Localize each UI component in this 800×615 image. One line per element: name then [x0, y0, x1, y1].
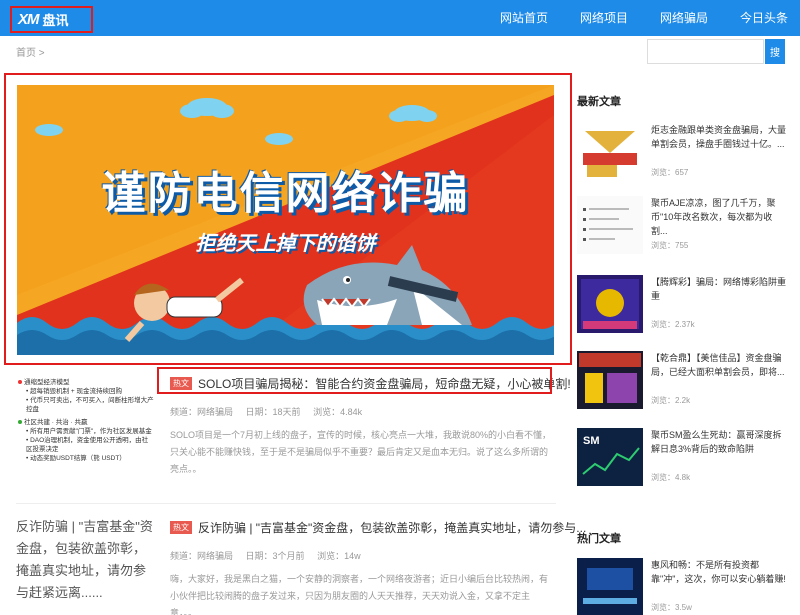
sidebar-article-views: 浏览：3.5w	[651, 603, 692, 612]
site-logo[interactable]: XM 盘讯	[10, 6, 93, 33]
article-category[interactable]: 频道：网络骗局	[170, 551, 233, 561]
title-highlight-frame	[157, 367, 552, 394]
stage-icon	[577, 558, 643, 615]
trading-icon: SM	[577, 428, 643, 486]
search-button[interactable]: 搜	[765, 39, 785, 64]
article-item[interactable]: 反诈防骗 | "吉富基金"资金盘，包装欲盖弥彰，掩盖真实地址，请勿参与赶紧远离.…	[16, 516, 586, 615]
nav-projects[interactable]: 网络项目	[580, 0, 628, 36]
hot-articles-heading: 热门文章	[577, 533, 621, 545]
article-excerpt: SOLO项目是一个7月初上线的盘子，宣传的时候，核心亮点一大堆，我敢说80%的小…	[170, 430, 552, 474]
banner-subtitle: 拒绝天上掉下的馅饼	[195, 233, 376, 255]
sidebar-thumbnail[interactable]	[577, 275, 643, 333]
sidebar-article-views: 浏览：657	[651, 168, 689, 177]
article-excerpt: 嗨，大家好，我是黑白之猫，一个安静的洞察者，一个网络夜游者；近日小编后台比较热闹…	[170, 574, 549, 615]
sidebar-article[interactable]: SM 聚币SM盈么生死劫：赢哥深度拆解日息3%背后的致命陷阱 浏览：4.8k	[577, 428, 787, 494]
sidebar-article-views: 浏览：755	[651, 241, 689, 250]
hot-tag: 热文	[170, 521, 192, 534]
nav-headlines[interactable]: 今日头条	[740, 0, 788, 36]
sidebar-article-title[interactable]: 【乾合鼎】【美信佳品】资金盘骗局，已经大面积单割会员，即将...	[651, 351, 787, 379]
nav-home[interactable]: 网站首页	[500, 0, 548, 36]
sidebar-article-title[interactable]: 聚币AJE凉凉，图了几千万，聚币"10年改名数次，每次都为收割...	[651, 196, 787, 238]
article-thumbnail[interactable]: 通缩型经济模型 • 超每销毁机制 + 现金流持续回购 • 代币只可卖出，不可买入…	[16, 372, 156, 500]
broken-image-alt-text: 反诈防骗 | "吉富基金"资金盘，包装欲盖弥彰，掩盖真实地址，请勿参与赶紧远离.…	[16, 519, 153, 600]
sidebar-article-views: 浏览：4.8k	[651, 473, 691, 482]
logo-mark: XM	[18, 11, 39, 28]
article-views: 浏览：14w	[317, 551, 361, 561]
sidebar-thumbnail[interactable]: SM	[577, 428, 643, 486]
sidebar-article[interactable]: 聚币AJE凉凉，图了几千万，聚币"10年改名数次，每次都为收割... 浏览：75…	[577, 196, 787, 262]
thumbnail-text: 通缩型经济模型 • 超每销毁机制 + 现金流持续回购 • 代币只可卖出，不可买入…	[16, 372, 156, 469]
gold-logo-icon	[583, 131, 637, 177]
main-nav: 网站首页 网络项目 网络骗局 今日头条	[468, 0, 788, 36]
sidebar-thumbnail[interactable]	[577, 196, 643, 254]
sidebar-article-views: 浏览：2.37k	[651, 320, 695, 329]
article-meta: 频道：网络骗局 日期：18天前 浏览：4.84k	[170, 405, 372, 418]
breadcrumb[interactable]: 首页 >	[16, 44, 45, 59]
sidebar-article-title[interactable]: 【腾辉彩】骗局：网络博彩陷阱重重	[651, 275, 787, 303]
top-nav-bar: XM 盘讯 网站首页 网络项目 网络骗局 今日头条	[0, 0, 800, 36]
gambling-icon	[581, 279, 639, 329]
document-icon	[583, 208, 633, 241]
sidebar-article-title[interactable]: 惠风和畅：不是所有投资都靠"冲"，这次，你可以安心躺着赚!	[651, 558, 787, 586]
sidebar-article[interactable]: 【腾辉彩】骗局：网络博彩陷阱重重 浏览：2.37k	[577, 275, 787, 341]
sidebar-article[interactable]: 【乾合鼎】【美信佳品】资金盘骗局，已经大面积单割会员，即将... 浏览：2.2k	[577, 351, 787, 417]
article-views: 浏览：4.84k	[313, 407, 363, 417]
sidebar-thumbnail[interactable]	[577, 351, 643, 409]
search-input[interactable]	[647, 39, 764, 64]
article-category[interactable]: 频道：网络骗局	[170, 407, 233, 417]
article-date: 日期：3个月前	[245, 551, 305, 561]
sidebar-thumbnail[interactable]	[577, 123, 643, 181]
sidebar-article-views: 浏览：2.2k	[651, 396, 691, 405]
divider	[16, 503, 556, 504]
sidebar-article-title[interactable]: 聚币SM盈么生死劫：赢哥深度拆解日息3%背后的致命陷阱	[651, 428, 787, 456]
sidebar-article[interactable]: 惠风和畅：不是所有投资都靠"冲"，这次，你可以安心躺着赚! 浏览：3.5w	[577, 558, 787, 615]
article-title[interactable]: 热文 反诈防骗 | "吉富基金"资金盘，包装欲盖弥彰，掩盖真实地址，请勿参与...	[170, 519, 586, 536]
sidebar-article[interactable]: 炬志金融跟单类资金盘骗局，大量单割会员，操盘手圈钱过十亿。... 浏览：657	[577, 123, 787, 189]
svg-text:SM: SM	[583, 435, 600, 447]
latest-articles-heading: 最新文章	[577, 96, 621, 108]
nav-scams[interactable]: 网络骗局	[660, 0, 708, 36]
sidebar-article-title[interactable]: 炬志金融跟单类资金盘骗局，大量单割会员，操盘手圈钱过十亿。...	[651, 123, 787, 151]
article-date: 日期：18天前	[245, 407, 301, 417]
product-icon	[579, 353, 641, 403]
article-meta: 频道：网络骗局 日期：3个月前 浏览：14w	[170, 549, 371, 562]
sidebar-thumbnail[interactable]	[577, 558, 643, 615]
logo-text: 盘讯	[42, 13, 69, 28]
article-thumbnail[interactable]: 反诈防骗 | "吉富基金"资金盘，包装欲盖弥彰，掩盖真实地址，请勿参与赶紧远离.…	[16, 516, 156, 615]
banner-title: 谨防电信网络诈骗	[101, 168, 470, 219]
hero-banner[interactable]: 谨防电信网络诈骗 拒绝天上掉下的馅饼	[17, 85, 554, 355]
